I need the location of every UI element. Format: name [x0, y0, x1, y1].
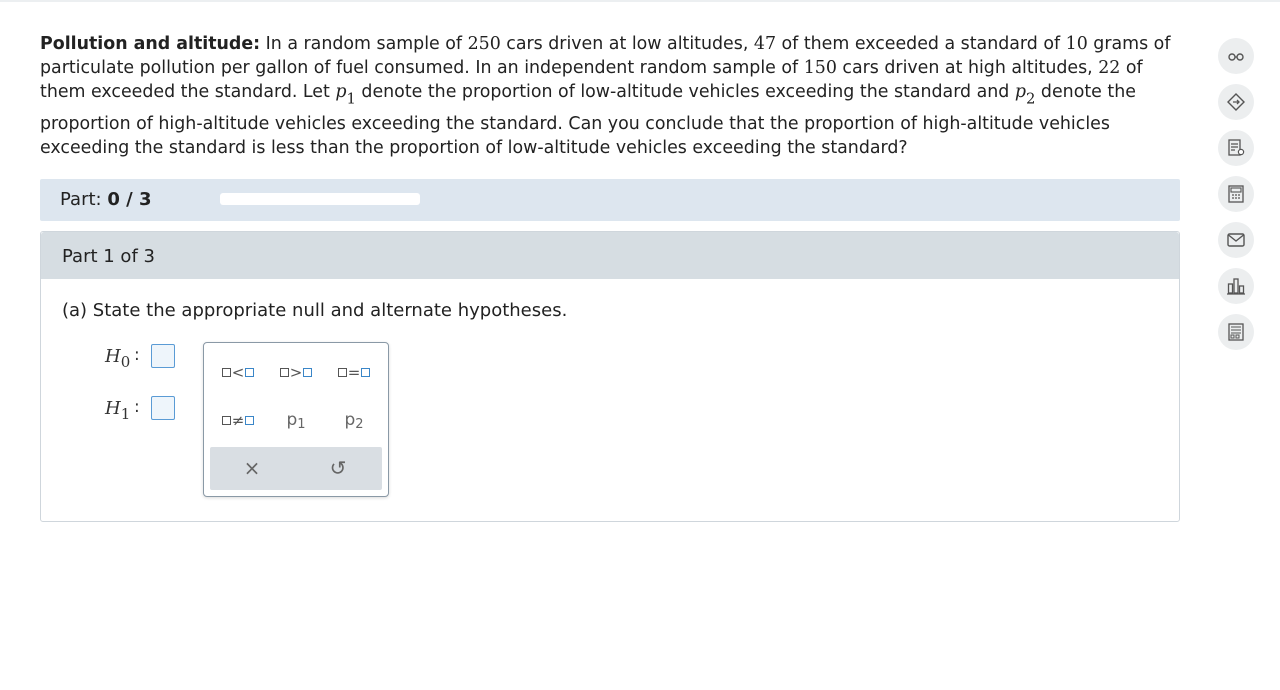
sample-size-low: 250 [467, 34, 501, 54]
notes-button[interactable] [1218, 130, 1254, 166]
h0-label: H0 [105, 346, 131, 371]
mail-button[interactable] [1218, 222, 1254, 258]
part-progress-value: 0 / 3 [107, 189, 152, 210]
tag-button[interactable] [1218, 84, 1254, 120]
problem-title: Pollution and altitude: [40, 34, 261, 54]
not-equal-button[interactable]: ≠ [210, 405, 266, 435]
math-palette: < > = ≠ p1 p2 × ↺ [203, 342, 389, 497]
p2-symbol: p2 [1014, 82, 1036, 108]
p2-button[interactable]: p2 [326, 405, 382, 435]
part-progress-label: Part: 0 / 3 [60, 189, 152, 210]
sample-size-high: 150 [803, 58, 837, 78]
problem-statement: Pollution and altitude: In a random samp… [40, 34, 1171, 158]
data-table-icon [1228, 323, 1244, 341]
count-low: 47 [753, 34, 777, 54]
p1-button[interactable]: p1 [268, 405, 324, 435]
calculator-icon [1228, 185, 1244, 203]
stats-button[interactable] [1218, 268, 1254, 304]
calculator-button[interactable] [1218, 176, 1254, 212]
question-text: (a) State the appropriate null and alter… [62, 300, 568, 321]
glasses-button[interactable] [1218, 38, 1254, 74]
undo-icon: ↺ [329, 456, 347, 480]
top-divider [0, 0, 1280, 2]
standard-value: 10 [1065, 34, 1088, 54]
mail-icon [1227, 233, 1245, 247]
progress-track [220, 193, 420, 205]
clear-button[interactable]: × [222, 453, 282, 483]
count-high: 22 [1098, 58, 1121, 78]
h0-answer-input[interactable] [151, 344, 175, 368]
part-header-label: Part 1 of 3 [62, 246, 155, 267]
greater-than-button[interactable]: > [268, 357, 324, 387]
less-than-button[interactable]: < [210, 357, 266, 387]
h1-label: H1 [105, 398, 131, 423]
equals-button[interactable]: = [326, 357, 382, 387]
p1-symbol: p1 [335, 82, 356, 108]
h1-answer-input[interactable] [151, 396, 175, 420]
notes-icon [1228, 139, 1245, 156]
part-header: Part 1 of 3 [41, 232, 1179, 279]
glasses-icon [1228, 53, 1244, 61]
tag-icon [1227, 93, 1245, 111]
undo-button[interactable]: ↺ [308, 453, 368, 483]
stats-icon [1227, 278, 1245, 295]
palette-actions: × ↺ [210, 447, 382, 490]
part-progress-bar: Part: 0 / 3 [40, 179, 1180, 221]
data-table-button[interactable] [1218, 314, 1254, 350]
close-icon: × [243, 456, 261, 480]
